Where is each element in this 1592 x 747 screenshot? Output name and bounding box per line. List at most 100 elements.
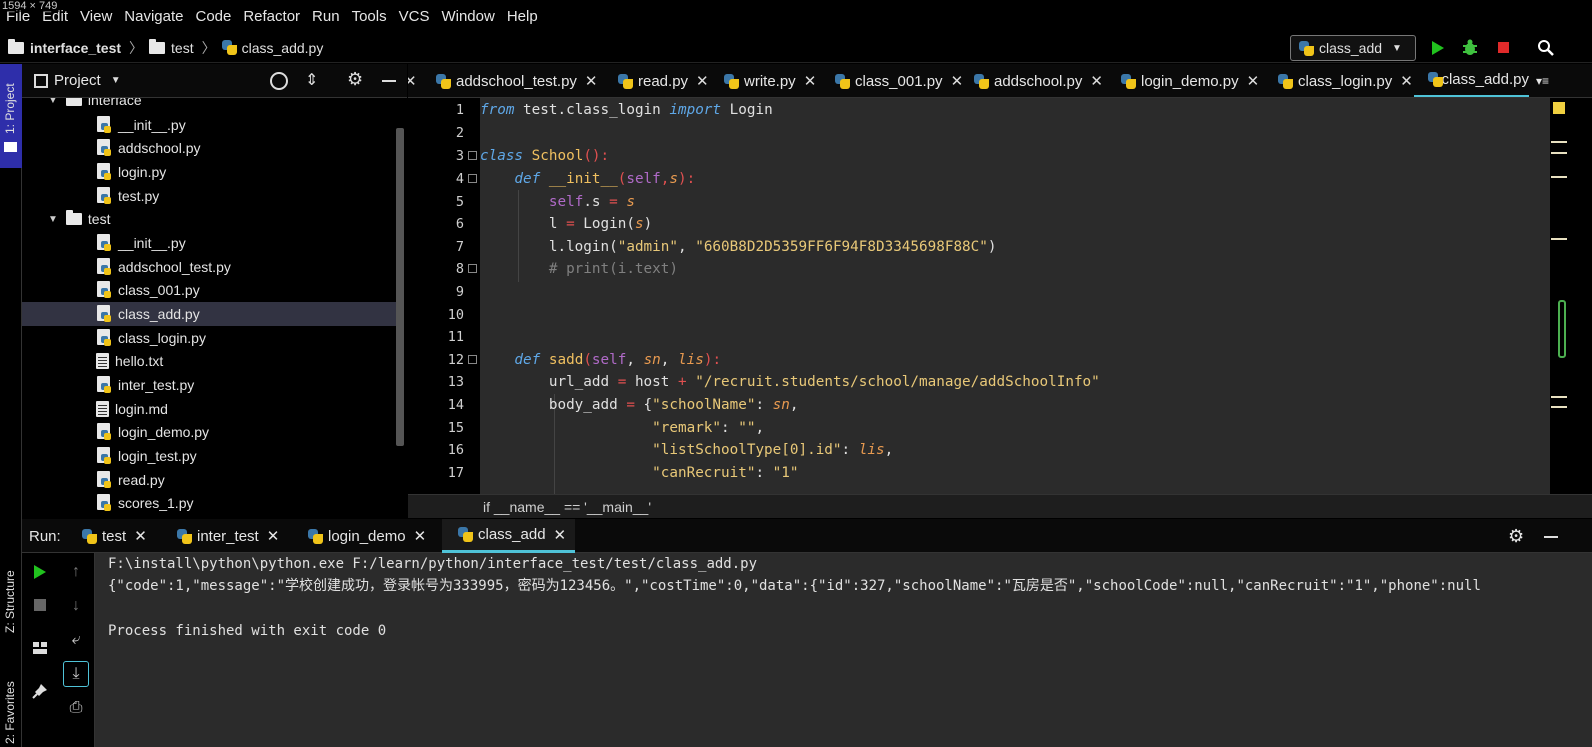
stripe-marker[interactable] — [1551, 406, 1567, 408]
tree-item[interactable]: __init__.py — [96, 231, 186, 255]
stripe-marker[interactable] — [1551, 396, 1567, 398]
tree-item[interactable]: scores_1.py — [96, 491, 193, 515]
gear-icon[interactable]: ⚙ — [347, 69, 363, 90]
close-icon[interactable]: ✕ — [585, 72, 598, 90]
stripe-marker[interactable] — [1551, 152, 1567, 154]
project-tree-scrollbar[interactable] — [396, 128, 404, 446]
tab-write[interactable]: write.py ✕ — [724, 64, 817, 97]
run-console[interactable]: F:\install\python\python.exe F:/learn/py… — [95, 553, 1592, 747]
tree-item[interactable]: __init__.py — [96, 113, 186, 137]
print-icon[interactable]: ⎙ — [65, 697, 87, 719]
python-file-icon — [96, 258, 112, 276]
close-icon[interactable]: ✕ — [267, 527, 280, 545]
gear-icon[interactable]: ⚙ — [1508, 519, 1524, 553]
scroll-to-end-icon[interactable]: ⤓ — [63, 661, 89, 687]
side-tab-structure-label: Z: Structure — [3, 570, 17, 633]
project-panel-title[interactable]: Project — [54, 72, 101, 89]
tree-item[interactable]: login_demo.py — [96, 420, 209, 444]
layout-button[interactable] — [29, 637, 51, 659]
debug-button[interactable] — [1460, 38, 1480, 58]
stop-run-button[interactable] — [29, 594, 51, 616]
code-editor[interactable]: from test.class_login import Login class… — [480, 98, 1550, 494]
close-icon[interactable]: ✕ — [1090, 72, 1103, 90]
tab-class-login[interactable]: class_login.py ✕ — [1278, 64, 1413, 97]
tab-addschool-test[interactable]: addschool_test.py ✕ — [436, 64, 598, 97]
nav-folder[interactable]: test — [149, 38, 194, 56]
tree-item-label: test.py — [118, 188, 160, 204]
collapse-all-icon[interactable]: ⇕ — [305, 70, 318, 90]
stop-button[interactable] — [1494, 38, 1514, 58]
fold-marker-icon[interactable] — [468, 355, 477, 364]
tree-item[interactable]: addschool.py — [96, 136, 201, 160]
run-configuration-select[interactable]: class_add ▼ — [1290, 35, 1416, 61]
tab-login-demo[interactable]: login_demo.py ✕ — [1121, 64, 1260, 97]
minimize-icon[interactable] — [382, 80, 396, 82]
chevron-down-icon[interactable]: ▼ — [111, 75, 121, 86]
stripe-marker[interactable] — [1551, 238, 1567, 240]
close-icon[interactable]: ✕ — [804, 72, 817, 90]
arrow-down-icon[interactable]: ↓ — [65, 595, 87, 617]
menu-code[interactable]: Code — [195, 8, 231, 25]
menu-navigate[interactable]: Navigate — [124, 8, 183, 25]
tree-item[interactable]: login.py — [96, 160, 166, 184]
tab-overflow-icon[interactable]: ▾≡ — [1536, 64, 1549, 97]
soft-wrap-icon[interactable]: ⤶ — [65, 629, 87, 651]
fold-marker-icon[interactable] — [468, 174, 477, 183]
pin-button[interactable] — [29, 680, 51, 702]
menu-tools[interactable]: Tools — [352, 8, 387, 25]
close-icon[interactable]: ✕ — [1247, 72, 1260, 90]
nav-project[interactable]: interface_test — [8, 38, 121, 56]
tab-close-icon[interactable]: ✕ — [408, 64, 417, 97]
rerun-button[interactable] — [29, 561, 51, 583]
close-icon[interactable]: ✕ — [414, 527, 427, 545]
run-tab-login-demo[interactable]: login_demo ✕ — [308, 519, 426, 553]
tree-item[interactable]: test.py — [96, 184, 159, 208]
menu-refactor[interactable]: Refactor — [243, 8, 300, 25]
fold-marker-icon[interactable] — [468, 264, 477, 273]
search-everywhere-button[interactable] — [1536, 38, 1556, 58]
editor-breadcrumb[interactable]: if __name__ == '__main__' — [408, 494, 1592, 518]
editor-scrollbar-thumb[interactable] — [1558, 300, 1566, 358]
inspection-status-icon[interactable] — [1553, 102, 1565, 114]
menu-window[interactable]: Window — [441, 8, 494, 25]
tree-item[interactable]: class_001.py — [96, 278, 200, 302]
tree-folder-interface[interactable]: ▼ interface — [48, 98, 142, 112]
close-icon[interactable]: ✕ — [696, 72, 709, 90]
fold-marker-icon[interactable] — [468, 151, 477, 160]
tree-item[interactable]: login_test.py — [96, 444, 197, 468]
tab-read[interactable]: read.py ✕ — [618, 64, 709, 97]
tree-item[interactable]: class_login.py — [96, 326, 206, 350]
menu-view[interactable]: View — [80, 8, 112, 25]
side-tab-favorites[interactable]: 2: Favorites — [0, 670, 22, 747]
stripe-marker[interactable] — [1551, 176, 1567, 178]
arrow-up-icon[interactable]: ↑ — [65, 561, 87, 583]
tree-item-selected[interactable]: class_add.py — [22, 302, 396, 326]
close-icon[interactable]: ✕ — [134, 527, 147, 545]
tree-item[interactable]: addschool_test.py — [96, 255, 231, 279]
close-icon[interactable]: ✕ — [1400, 72, 1413, 90]
tab-addschool[interactable]: addschool.py ✕ — [974, 64, 1103, 97]
side-tab-structure[interactable]: Z: Structure — [0, 555, 22, 655]
locate-file-icon[interactable] — [270, 72, 288, 90]
tab-class-add[interactable]: class_add.py — [1414, 64, 1529, 97]
close-icon[interactable]: ✕ — [951, 72, 964, 90]
run-button[interactable] — [1428, 38, 1448, 58]
tab-class-001[interactable]: class_001.py ✕ — [835, 64, 964, 97]
run-tab-class-add[interactable]: class_add ✕ — [442, 519, 575, 553]
side-tab-project[interactable]: 1: Project — [0, 64, 22, 168]
close-icon[interactable]: ✕ — [554, 526, 567, 544]
run-tab-test[interactable]: test ✕ — [82, 519, 147, 553]
menu-run[interactable]: Run — [312, 8, 340, 25]
menu-vcs[interactable]: VCS — [399, 8, 430, 25]
menu-help[interactable]: Help — [507, 8, 538, 25]
run-tab-inter-test[interactable]: inter_test ✕ — [177, 519, 279, 553]
stripe-marker[interactable] — [1551, 141, 1567, 143]
minimize-icon[interactable] — [1544, 536, 1558, 538]
tree-item[interactable]: hello.txt — [96, 349, 163, 373]
nav-file[interactable]: class_add.py — [221, 40, 323, 56]
tree-item[interactable]: read.py — [96, 468, 165, 492]
tree-item[interactable]: login.md — [96, 397, 168, 421]
python-icon — [436, 73, 451, 89]
tree-item[interactable]: inter_test.py — [96, 373, 194, 397]
tree-folder-test[interactable]: ▼ test — [48, 207, 110, 231]
